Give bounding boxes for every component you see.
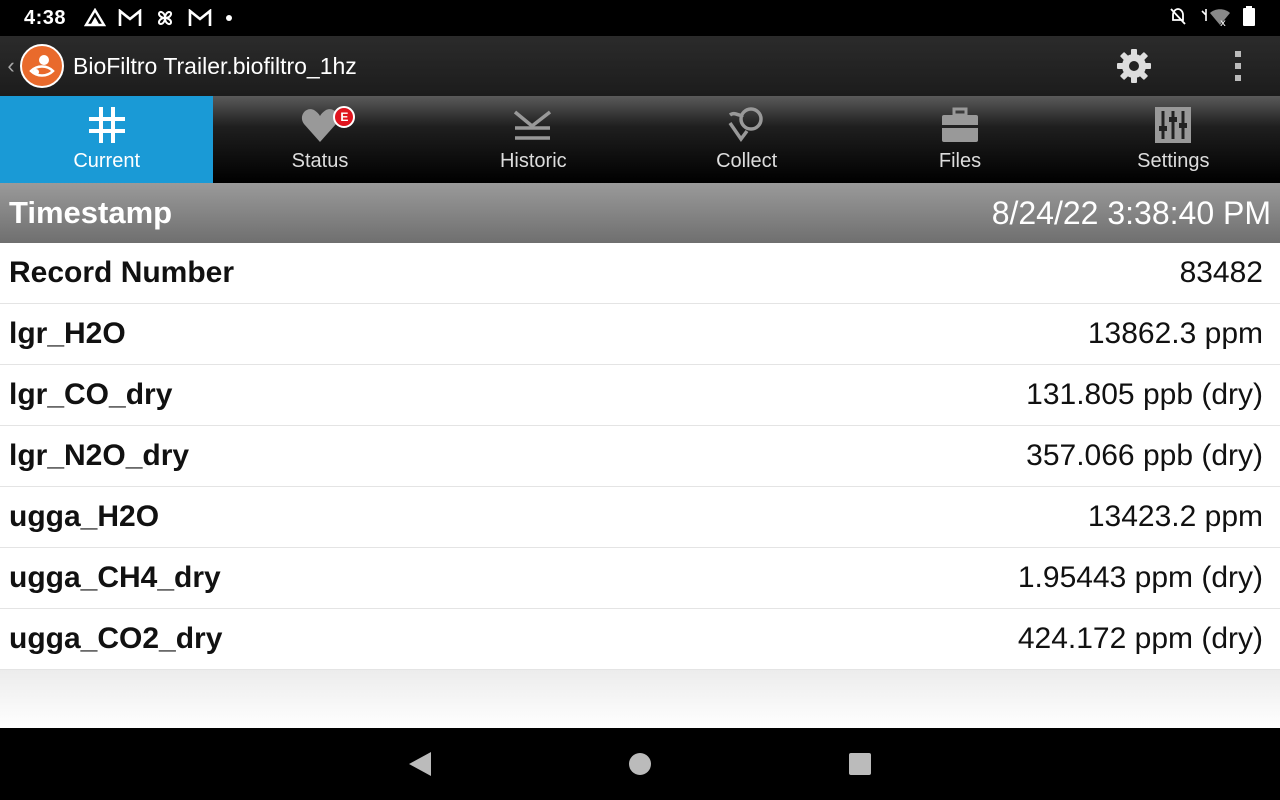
table-row[interactable]: ugga_CH4_dry 1.95443 ppm (dry) [0,548,1280,609]
system-icons: x [1168,5,1256,32]
briefcase-icon [940,104,980,146]
drive-icon [84,8,107,28]
collect-icon [727,104,767,146]
status-time: 4:38 [24,6,67,29]
field-value: 13862.3 ppm [1087,317,1263,350]
tab-label: Collect [716,150,778,172]
home-button[interactable] [610,734,670,794]
app-logo-icon[interactable] [20,44,64,88]
tab-label: Files [938,150,982,172]
gear-icon[interactable] [1114,46,1154,86]
table-row[interactable]: lgr_N2O_dry 357.066 ppb (dry) [0,426,1280,487]
notification-icons [84,7,234,29]
silent-bell-icon [1168,6,1188,31]
field-label: ugga_CH4_dry [9,561,221,594]
tab-label: Current [73,150,141,172]
field-label: lgr_H2O [9,317,126,350]
list-footer [0,670,1280,729]
app-bar: ‹ BioFiltro Trailer.biofiltro_1hz [0,36,1280,96]
current-values-panel: Timestamp 8/24/22 3:38:40 PM Record Numb… [0,183,1280,729]
navigation-bar [0,728,1280,800]
tab-settings[interactable]: Settings [1067,96,1280,183]
table-row[interactable]: ugga_H2O 13423.2 ppm [0,487,1280,548]
tab-status[interactable]: E Status [213,96,426,183]
field-value: 83482 [1179,256,1263,289]
timestamp-header: Timestamp 8/24/22 3:38:40 PM [0,183,1280,243]
historic-icon [512,104,554,146]
table-row[interactable]: lgr_CO_dry 131.805 ppb (dry) [0,365,1280,426]
field-label: Record Number [9,256,235,289]
dot-icon [224,13,234,23]
battery-icon [1242,5,1256,32]
back-button[interactable] [390,734,450,794]
field-value: 357.066 ppb (dry) [1026,439,1263,472]
field-label: ugga_CO2_dry [9,622,223,655]
tab-label: Settings [1137,150,1210,172]
timestamp-value: 8/24/22 3:38:40 PM [991,194,1271,231]
status-badge: E [333,106,356,128]
field-value: 13423.2 ppm [1087,500,1263,533]
tab-label: Historic [499,150,567,172]
grid-icon [87,104,127,146]
table-row[interactable]: ugga_CO2_dry 424.172 ppm (dry) [0,609,1280,670]
status-bar: 4:38 x [0,0,1280,36]
table-row[interactable]: Record Number 83482 [0,243,1280,304]
tab-historic[interactable]: Historic [427,96,640,183]
svg-text:x: x [1220,18,1226,27]
app-title: BioFiltro Trailer.biofiltro_1hz [73,52,357,79]
field-value: 1.95443 ppm (dry) [1017,561,1263,594]
table-row[interactable]: lgr_H2O 13862.3 ppm [0,304,1280,365]
tab-files[interactable]: Files [853,96,1066,183]
sliders-icon [1154,104,1192,146]
wifi-off-icon: x [1198,5,1232,32]
timestamp-label: Timestamp [9,195,173,230]
tab-collect[interactable]: Collect [640,96,853,183]
pinwheel-icon [154,7,176,29]
field-label: lgr_N2O_dry [9,439,190,472]
tab-label: Status [291,150,349,172]
field-label: lgr_CO_dry [9,378,173,411]
gmail-icon [118,9,142,27]
recents-button[interactable] [830,734,890,794]
tab-current[interactable]: Current [0,96,214,183]
gmail-icon [188,9,212,27]
field-label: ugga_H2O [9,500,160,533]
back-chevron-icon[interactable]: ‹ [2,53,20,79]
field-value: 424.172 ppm (dry) [1017,622,1263,655]
field-value: 131.805 ppb (dry) [1026,378,1263,411]
tab-bar: Current E Status Historic Collect Files … [0,96,1280,183]
overflow-menu-icon[interactable] [1218,46,1258,86]
